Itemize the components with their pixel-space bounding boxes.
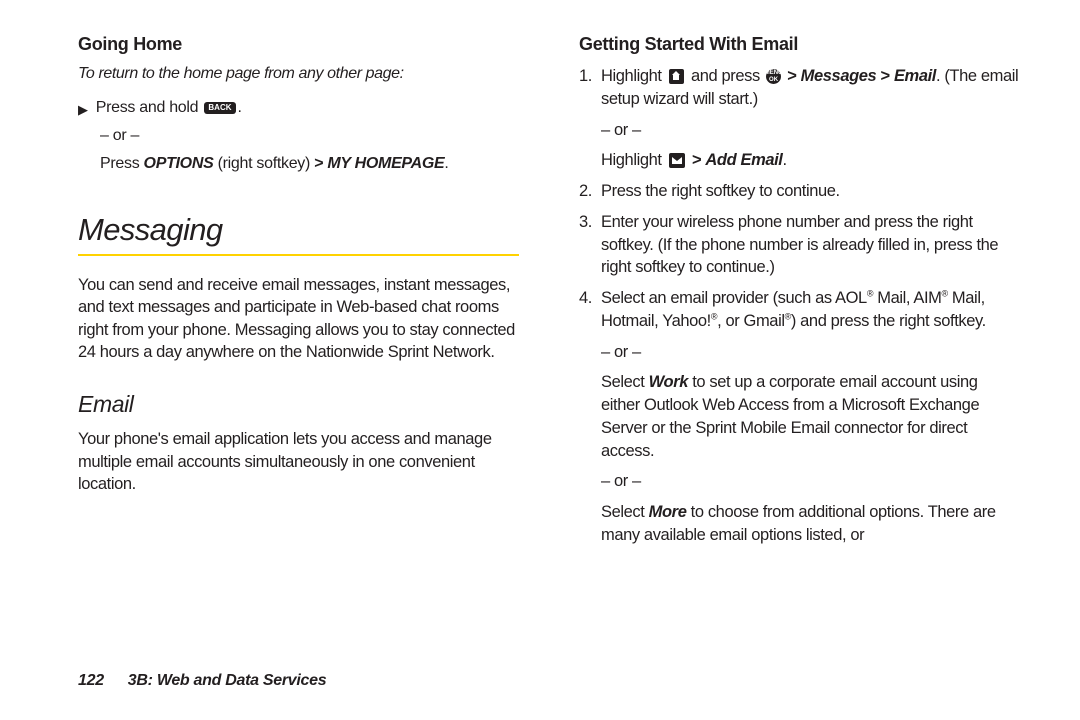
or-separator: – or – xyxy=(601,119,1020,142)
press-options-line: Press OPTIONS (right softkey) > MY HOMEP… xyxy=(100,153,519,175)
right-column: Getting Started With Email Highlight and… xyxy=(579,34,1020,555)
section-messaging: Messaging xyxy=(78,212,519,248)
heading-getting-started: Getting Started With Email xyxy=(579,34,1020,55)
step-3: Enter your wireless phone number and pre… xyxy=(579,211,1020,279)
email-steps: Highlight and press MENUOK > Messages > … xyxy=(579,65,1020,547)
envelope-icon xyxy=(669,153,685,168)
highlight-add-email: Highlight > Add Email. xyxy=(601,149,1020,172)
or-separator: – or – xyxy=(100,127,519,145)
menu-ok-key-icon: MENUOK xyxy=(766,69,781,84)
or-separator: – or – xyxy=(601,470,1020,493)
chapter-title: 3B: Web and Data Services xyxy=(128,672,327,690)
select-work: Select Work to set up a corporate email … xyxy=(601,371,1020,462)
dot: . xyxy=(238,99,242,116)
subsection-email: Email xyxy=(78,391,519,418)
select-more: Select More to choose from additional op… xyxy=(601,501,1020,547)
left-column: Going Home To return to the home page fr… xyxy=(78,34,519,555)
going-home-intro: To return to the home page from any othe… xyxy=(78,65,519,83)
heading-going-home: Going Home xyxy=(78,34,519,55)
triangle-bullet-icon: ▶ xyxy=(78,101,88,119)
press-hold-instruction: ▶ Press and hold BACK. xyxy=(78,97,519,119)
page-number: 122 xyxy=(78,672,104,690)
home-icon xyxy=(669,69,684,84)
messaging-body: You can send and receive email messages,… xyxy=(78,274,519,363)
page-footer: 122 3B: Web and Data Services xyxy=(78,672,326,690)
email-body: Your phone's email application lets you … xyxy=(78,428,519,495)
step-4: Select an email provider (such as AOL® M… xyxy=(579,287,1020,547)
step-2: Press the right softkey to continue. xyxy=(579,180,1020,203)
back-key-icon: BACK xyxy=(204,102,235,114)
yellow-rule xyxy=(78,254,519,256)
step-1: Highlight and press MENUOK > Messages > … xyxy=(579,65,1020,172)
press-hold-text: Press and hold xyxy=(96,99,203,116)
or-separator: – or – xyxy=(601,341,1020,364)
